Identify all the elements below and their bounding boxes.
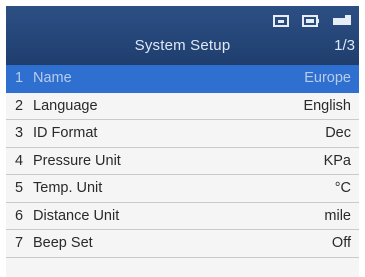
- signal-icon: [333, 15, 351, 25]
- menu-item-name[interactable]: 1 Name Europe: [6, 65, 359, 93]
- battery-icon: [302, 15, 319, 27]
- item-value: English: [303, 97, 351, 114]
- item-label: Pressure Unit: [33, 152, 121, 169]
- item-value: Off: [331, 235, 351, 251]
- menu-item-id-format[interactable]: 3 ID Format Dec: [6, 120, 359, 148]
- item-value: °C: [334, 180, 351, 196]
- item-number: 7: [15, 235, 24, 251]
- menu-item-temp-unit[interactable]: 5 Temp. Unit °C: [6, 175, 359, 203]
- page-indicator: 1/3: [334, 37, 355, 54]
- item-number: 5: [15, 180, 24, 196]
- item-number: 2: [15, 97, 24, 114]
- item-value: mile: [324, 207, 351, 224]
- item-number: 6: [15, 207, 24, 224]
- item-number: 3: [15, 125, 24, 141]
- item-value: KPa: [323, 152, 351, 169]
- usb-icon: [273, 15, 289, 27]
- item-number: 1: [15, 70, 24, 86]
- menu-item-language[interactable]: 2 Language English: [6, 93, 359, 120]
- item-label: Temp. Unit: [33, 180, 103, 196]
- item-value: Europe: [304, 70, 351, 86]
- item-label: Beep Set: [33, 235, 93, 251]
- status-icons: [273, 15, 351, 27]
- menu-item-distance-unit[interactable]: 6 Distance Unit mile: [6, 203, 359, 230]
- header-bar: System Setup 1/3: [6, 6, 359, 65]
- item-label: Language: [33, 97, 98, 114]
- item-label: ID Format: [33, 125, 98, 141]
- item-value: Dec: [325, 125, 351, 141]
- menu-item-pressure-unit[interactable]: 4 Pressure Unit KPa: [6, 148, 359, 175]
- item-label: Name: [33, 70, 72, 86]
- item-label: Distance Unit: [33, 207, 120, 224]
- item-number: 4: [15, 152, 24, 169]
- device-screen: System Setup 1/3 1 Name Europe 2 Languag…: [6, 6, 359, 277]
- menu-item-beep-set[interactable]: 7 Beep Set Off: [6, 230, 359, 258]
- settings-list: 1 Name Europe 2 Language English 3 ID Fo…: [6, 65, 359, 258]
- screen-title: System Setup: [134, 37, 231, 54]
